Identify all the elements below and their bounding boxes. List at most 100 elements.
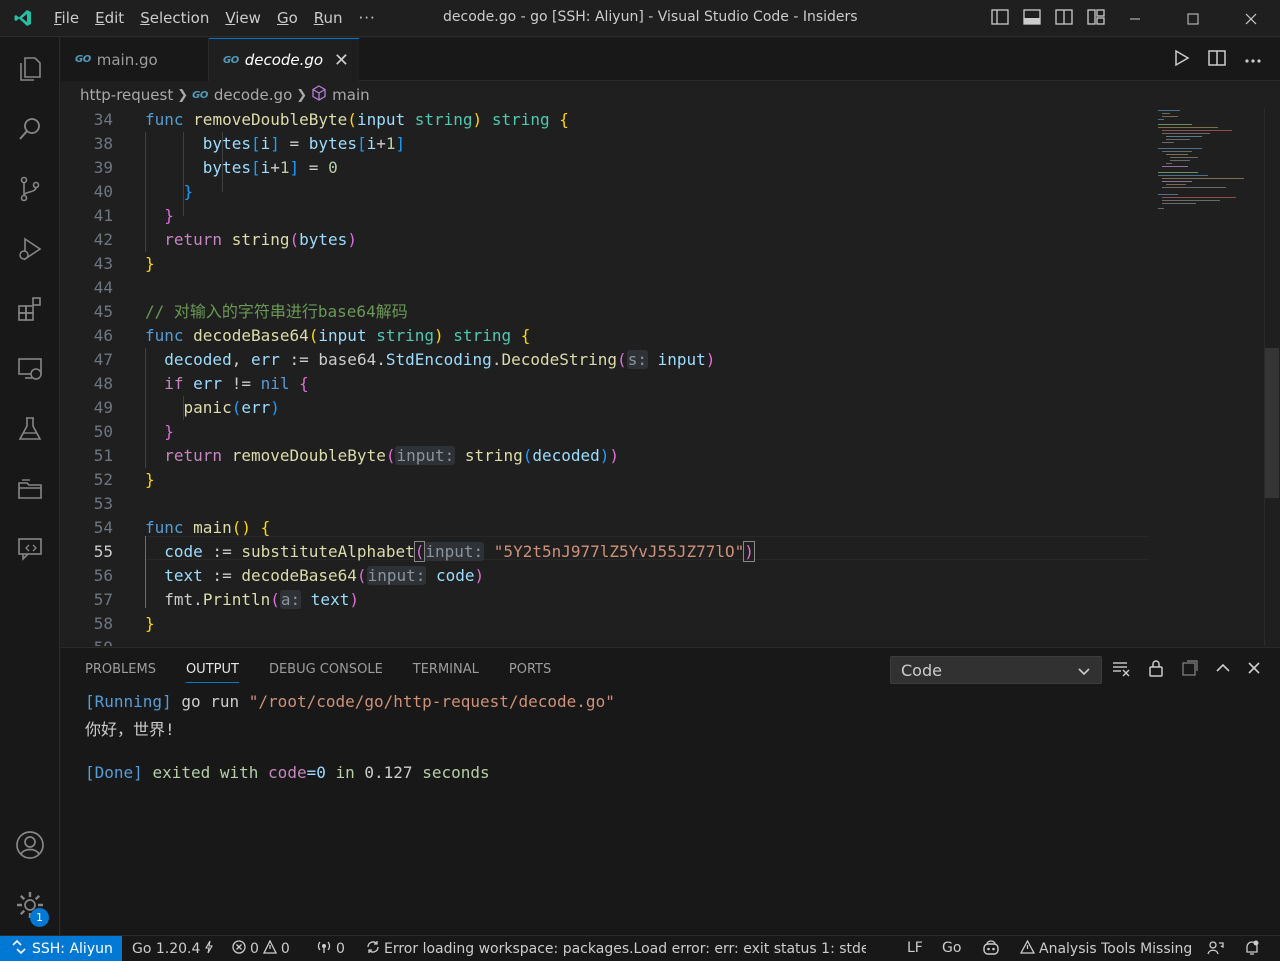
testing-icon[interactable] xyxy=(0,405,60,453)
code-editor[interactable]: 34 func removeDoubleByte(input string) st… xyxy=(61,108,1280,646)
output-line-running: [Running] go run "/root/code/go/http-req… xyxy=(85,692,615,711)
editor-tabs: GO main.go GO decode.go ✕ xyxy=(61,38,1280,81)
go-file-icon: GO xyxy=(192,89,208,101)
extensions-icon[interactable] xyxy=(0,285,60,333)
tab-decode-go[interactable]: GO decode.go ✕ xyxy=(209,38,359,81)
breadcrumb-file[interactable]: decode.go xyxy=(214,86,292,104)
toggle-panel-icon[interactable] xyxy=(1023,8,1041,29)
layout-controls xyxy=(991,0,1105,37)
output-line-done: [Done] exited with code=0 in 0.127 secon… xyxy=(85,763,490,782)
menu-view[interactable]: View xyxy=(217,9,269,27)
code-line: 57 fmt.Println(a: text) xyxy=(93,590,359,609)
code-line: 52} xyxy=(93,470,155,489)
split-editor-icon[interactable] xyxy=(1208,49,1226,71)
menu-more-button[interactable]: ··· xyxy=(351,9,384,27)
chevron-right-icon: ❯ xyxy=(177,87,189,103)
close-panel-icon[interactable] xyxy=(1247,661,1261,679)
eol-item[interactable]: LF xyxy=(907,940,923,956)
explorer-icon[interactable] xyxy=(0,45,60,93)
customize-layout-icon[interactable] xyxy=(1087,8,1105,29)
error-icon xyxy=(232,940,246,958)
output-channel-select[interactable]: Code xyxy=(890,656,1102,684)
code-line: 47 decoded, err := base64.StdEncoding.De… xyxy=(93,350,716,369)
code-line-current: 55 code := substituteAlphabet(input: "5Y… xyxy=(93,541,755,562)
menu-go[interactable]: Go xyxy=(269,9,306,27)
toggle-primary-sidebar-icon[interactable] xyxy=(991,8,1009,29)
minimap[interactable] xyxy=(1154,108,1264,238)
code-line: 46 func decodeBase64(input string) string… xyxy=(93,326,531,345)
notifications-bell-icon[interactable] xyxy=(1244,940,1260,956)
close-window-button[interactable] xyxy=(1222,0,1280,37)
run-code-icon[interactable] xyxy=(1174,49,1190,71)
menu-edit[interactable]: Edit xyxy=(87,9,132,27)
window-controls xyxy=(1106,0,1280,37)
close-tab-icon[interactable]: ✕ xyxy=(334,50,349,71)
activity-bar: 1 xyxy=(0,37,60,935)
remote-indicator[interactable]: SSH: Aliyun xyxy=(0,936,122,961)
error-count: 0 xyxy=(250,941,259,957)
tab-terminal[interactable]: TERMINAL xyxy=(413,662,479,683)
tab-ports[interactable]: PORTS xyxy=(509,662,551,683)
code-line: 59 xyxy=(61,636,1161,646)
breadcrumb-folder[interactable]: http-request xyxy=(80,86,173,104)
maximize-button[interactable] xyxy=(1164,0,1222,37)
code-line: 45// 对输入的字符串进行base64解码 xyxy=(93,302,408,321)
remote-label: SSH: Aliyun xyxy=(32,941,113,957)
tab-output[interactable]: OUTPUT xyxy=(185,662,239,683)
code-line: 56 text := decodeBase64(input: code) xyxy=(93,566,485,585)
breadcrumb: http-request ❯ GO decode.go ❯ main xyxy=(61,82,1280,108)
search-icon[interactable] xyxy=(0,105,60,153)
source-control-icon[interactable] xyxy=(0,165,60,213)
code-line: 39 bytes[i+1] = 0 xyxy=(93,158,338,177)
tab-label: main.go xyxy=(96,50,158,69)
manage-gear-icon[interactable]: 1 xyxy=(0,881,60,929)
menu-file[interactable]: File xyxy=(46,9,87,27)
menu-selection[interactable]: Selection xyxy=(132,9,217,27)
code-line: 43} xyxy=(93,254,155,273)
code-line: 34 func removeDoubleByte(input string) st… xyxy=(93,110,569,129)
remote-explorer-icon[interactable] xyxy=(0,345,60,393)
go-file-icon: GO xyxy=(223,54,239,66)
analysis-tools-label: Analysis Tools Missing xyxy=(1039,941,1193,957)
code-line: 49 panic(err) xyxy=(93,398,280,417)
toggle-secondary-sidebar-icon[interactable] xyxy=(1055,8,1073,29)
go-version-item[interactable]: Go 1.20.4 xyxy=(132,940,214,958)
accounts-icon[interactable] xyxy=(0,821,60,869)
copilot-icon[interactable] xyxy=(982,940,1000,956)
project-manager-icon[interactable] xyxy=(0,465,60,513)
workspace-error-text: Error loading workspace: packages.Load e… xyxy=(384,941,866,957)
editor-actions xyxy=(1174,38,1262,81)
lightning-icon xyxy=(204,940,214,958)
lock-scroll-icon[interactable] xyxy=(1147,659,1165,681)
language-mode-item[interactable]: Go xyxy=(942,940,961,956)
tab-main-go[interactable]: GO main.go xyxy=(61,38,209,81)
menu-bar: File Edit Selection View Go Run ··· xyxy=(46,0,384,37)
status-bar: SSH: Aliyun Go 1.20.4 0 0 0 Error loadin… xyxy=(0,935,1280,961)
minimize-button[interactable] xyxy=(1106,0,1164,37)
window-title: decode.go - go [SSH: Aliyun] - Visual St… xyxy=(443,9,858,25)
open-output-editor-icon[interactable] xyxy=(1181,659,1199,681)
run-and-debug-icon[interactable] xyxy=(0,225,60,273)
broadcast-icon xyxy=(316,940,332,958)
problems-item[interactable]: 0 0 xyxy=(232,939,290,958)
menu-run[interactable]: Run xyxy=(306,9,351,27)
bottom-panel: PROBLEMS OUTPUT DEBUG CONSOLE TERMINAL P… xyxy=(61,647,1280,935)
breadcrumb-symbol[interactable]: main xyxy=(332,86,369,104)
notification-badge: 1 xyxy=(30,908,49,927)
analysis-tools-item[interactable]: Analysis Tools Missing xyxy=(1019,939,1193,958)
symbol-method-icon xyxy=(311,85,327,105)
feedback-icon[interactable] xyxy=(1206,940,1224,956)
tab-problems[interactable]: PROBLEMS xyxy=(85,662,156,683)
code-line: 54 func main() { xyxy=(93,518,271,537)
editor-scrollbar-thumb[interactable] xyxy=(1265,348,1279,498)
maximize-panel-icon[interactable] xyxy=(1215,660,1231,680)
forwarded-ports-item[interactable]: 0 xyxy=(316,940,345,958)
more-actions-icon[interactable] xyxy=(1244,52,1262,68)
tab-debug-console[interactable]: DEBUG CONSOLE xyxy=(269,662,383,683)
code-line: 53 xyxy=(93,494,113,513)
workspace-error-item[interactable]: Error loading workspace: packages.Load e… xyxy=(366,940,866,958)
vscode-insiders-logo-icon xyxy=(0,0,46,37)
chat-icon[interactable] xyxy=(0,525,60,573)
clear-output-icon[interactable] xyxy=(1111,659,1131,681)
title-bar: File Edit Selection View Go Run ··· deco… xyxy=(0,0,1280,37)
